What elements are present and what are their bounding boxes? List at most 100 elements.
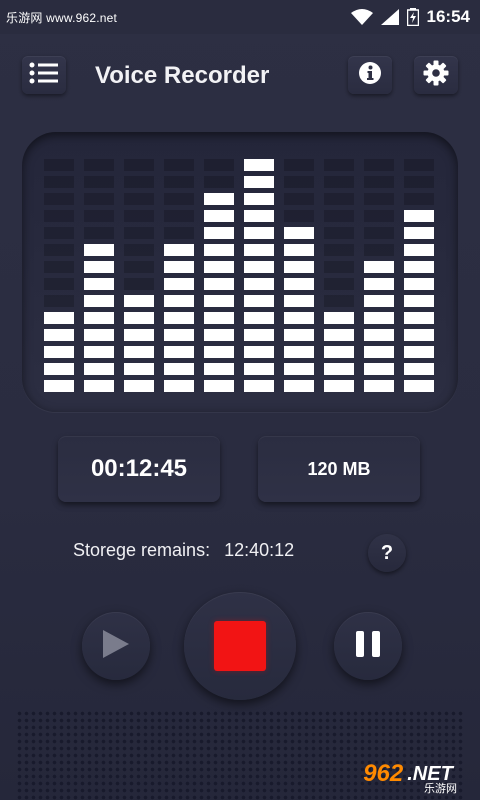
equalizer-segment (44, 210, 74, 222)
equalizer-segment (364, 261, 394, 273)
equalizer-segment (164, 193, 194, 205)
equalizer-segment (404, 278, 434, 290)
equalizer-segment (204, 193, 234, 205)
equalizer-segment (244, 210, 274, 222)
equalizer-segment (44, 363, 74, 375)
equalizer-segment (324, 176, 354, 188)
equalizer-segment (244, 176, 274, 188)
status-left-text: 乐游网 www.962.net (6, 10, 118, 25)
settings-button[interactable] (414, 56, 458, 94)
equalizer-segment (204, 227, 234, 239)
play-button[interactable] (82, 612, 150, 680)
equalizer-segment (404, 261, 434, 273)
equalizer-bar (84, 159, 114, 392)
equalizer-segment (284, 261, 314, 273)
equalizer-segment (44, 312, 74, 324)
equalizer-segment (44, 193, 74, 205)
equalizer-segment (204, 329, 234, 341)
equalizer-segment (404, 227, 434, 239)
equalizer-segment (164, 210, 194, 222)
equalizer-segment (404, 193, 434, 205)
equalizer-segment (204, 278, 234, 290)
equalizer-segment (84, 312, 114, 324)
equalizer-segment (84, 295, 114, 307)
watermark-number: 962 (363, 760, 404, 787)
equalizer-segment (164, 295, 194, 307)
equalizer-segment (84, 210, 114, 222)
equalizer-segment (364, 295, 394, 307)
equalizer-segment (124, 312, 154, 324)
equalizer-segment (244, 159, 274, 171)
app-title: Voice Recorder (95, 62, 270, 89)
equalizer-segment (204, 176, 234, 188)
equalizer-segment (284, 210, 314, 222)
equalizer-segment (324, 227, 354, 239)
equalizer-segment (124, 346, 154, 358)
equalizer-segment (204, 363, 234, 375)
equalizer-segment (324, 329, 354, 341)
equalizer-segment (364, 312, 394, 324)
equalizer-segment (124, 261, 154, 273)
equalizer-segment (84, 176, 114, 188)
list-menu-icon (29, 62, 59, 89)
equalizer-segment (324, 380, 354, 392)
equalizer-segment (244, 346, 274, 358)
equalizer-segment (164, 227, 194, 239)
equalizer-segment (284, 278, 314, 290)
equalizer-segment (364, 210, 394, 222)
equalizer-segment (244, 261, 274, 273)
equalizer-segment (204, 210, 234, 222)
equalizer-segment (404, 295, 434, 307)
storage-label: Storege remains: (73, 540, 211, 560)
equalizer-segment (324, 159, 354, 171)
equalizer-segment (364, 380, 394, 392)
equalizer-segment (164, 346, 194, 358)
equalizer-segment (244, 278, 274, 290)
equalizer-segment (244, 312, 274, 324)
equalizer-segment (244, 329, 274, 341)
equalizer-segment (124, 210, 154, 222)
equalizer-segment (84, 159, 114, 171)
signal-icon (380, 9, 399, 25)
equalizer-segment (84, 193, 114, 205)
gear-icon (423, 60, 449, 91)
equalizer-segment (284, 159, 314, 171)
equalizer-segment (124, 295, 154, 307)
equalizer-segment (364, 329, 394, 341)
equalizer-segment (284, 193, 314, 205)
equalizer-segment (244, 363, 274, 375)
equalizer-segment (284, 363, 314, 375)
equalizer-segment (164, 159, 194, 171)
equalizer-segment (124, 227, 154, 239)
equalizer-bar (244, 159, 274, 392)
equalizer-segment (44, 346, 74, 358)
toolbar: Voice Recorder (0, 52, 480, 100)
equalizer-segment (324, 346, 354, 358)
help-button[interactable]: ? (368, 534, 406, 572)
equalizer-segment (164, 363, 194, 375)
equalizer-bar (284, 159, 314, 392)
equalizer-segment (284, 329, 314, 341)
watermark-cn: 乐游网 (424, 783, 457, 795)
equalizer-panel (22, 132, 458, 412)
equalizer-segment (124, 278, 154, 290)
equalizer-segment (44, 295, 74, 307)
equalizer-segment (124, 193, 154, 205)
equalizer-segment (324, 193, 354, 205)
equalizer-segment (324, 261, 354, 273)
equalizer-segment (204, 380, 234, 392)
storage-value: 12:40:12 (224, 540, 295, 560)
info-button[interactable] (348, 56, 392, 94)
menu-button[interactable] (22, 56, 66, 94)
stop-button[interactable] (184, 592, 296, 700)
equalizer-segment (44, 159, 74, 171)
equalizer-bar (404, 159, 434, 392)
equalizer-segment (164, 176, 194, 188)
equalizer-bar (124, 159, 154, 392)
equalizer-segment (44, 329, 74, 341)
equalizer-segment (404, 380, 434, 392)
equalizer-segment (44, 380, 74, 392)
equalizer-segment (44, 244, 74, 256)
equalizer-segment (404, 363, 434, 375)
pause-button[interactable] (334, 612, 402, 680)
